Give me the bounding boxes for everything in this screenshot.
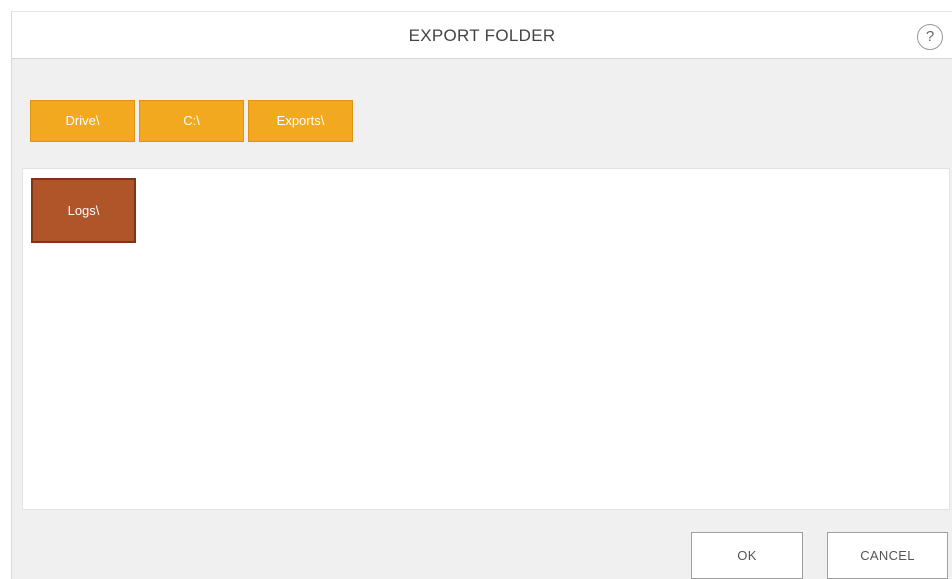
title-bar: EXPORT FOLDER ?	[12, 12, 952, 59]
breadcrumb-item-exports[interactable]: Exports\	[248, 100, 353, 142]
cancel-button[interactable]: CANCEL	[827, 532, 948, 579]
export-folder-dialog: EXPORT FOLDER ? Drive\ C:\ Exports\ Logs…	[11, 11, 952, 579]
help-icon[interactable]: ?	[917, 24, 943, 50]
dialog-title: EXPORT FOLDER	[408, 26, 556, 45]
breadcrumb-item-c[interactable]: C:\	[139, 100, 244, 142]
breadcrumb-item-drive[interactable]: Drive\	[30, 100, 135, 142]
ok-button[interactable]: OK	[691, 532, 803, 579]
folder-item-logs[interactable]: Logs\	[31, 178, 136, 243]
folder-list-panel: Logs\	[22, 168, 950, 510]
